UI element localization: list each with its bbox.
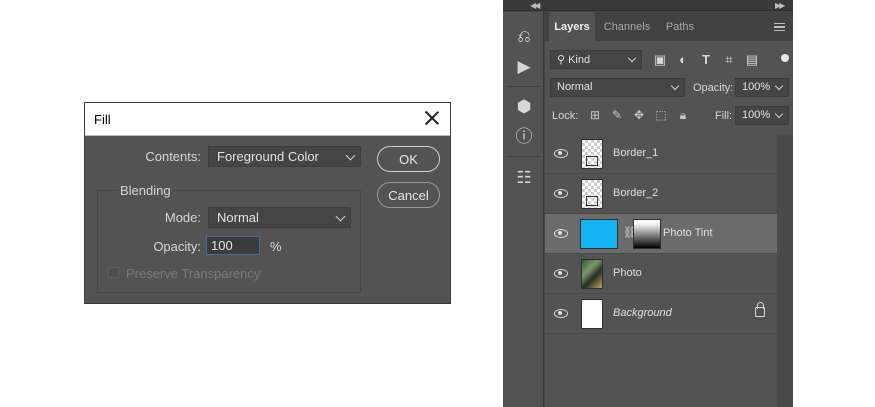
- layers-panel-frame: ◀◀ ▶▶ ⎌ ▶ ⬢ ⓘ ☷ Layers Channels Paths ⚲ K…: [503, 0, 793, 407]
- prevent-autonest-icon[interactable]: ⬚: [654, 108, 668, 122]
- layers-list: Border_1 Border_2 ⛓︎ Photo Tint Photo Ba…: [545, 134, 793, 407]
- filter-kind-value: Kind: [568, 54, 591, 66]
- preserve-transparency-label: Preserve Transparency: [126, 266, 261, 281]
- visibility-eye-icon[interactable]: [554, 229, 568, 238]
- lock-image-pixels-icon[interactable]: ✎: [610, 108, 624, 122]
- filter-toggle[interactable]: [781, 54, 789, 62]
- visibility-eye-icon[interactable]: [554, 269, 568, 278]
- layer-row-background[interactable]: Background: [545, 294, 777, 334]
- 3d-cube-icon[interactable]: ⬢: [513, 96, 535, 118]
- opacity-unit: %: [270, 239, 282, 254]
- contents-label: Contents:: [145, 149, 201, 164]
- divider: [507, 156, 540, 157]
- layer-thumbnail: [581, 179, 603, 209]
- cancel-button[interactable]: Cancel: [377, 182, 440, 208]
- search-icon: ⚲: [557, 54, 566, 66]
- layer-mask-thumbnail[interactable]: [633, 219, 661, 249]
- panel-dock-strip: ⎌ ▶ ⬢ ⓘ ☷: [503, 12, 544, 407]
- divider: [507, 86, 540, 87]
- chevron-down-icon: [627, 53, 637, 63]
- blend-mode-value: Normal: [557, 81, 593, 93]
- tab-layers[interactable]: Layers: [549, 12, 595, 41]
- expand-right-icon[interactable]: ▶▶: [775, 1, 785, 10]
- padlock-icon: [755, 302, 765, 317]
- mode-dropdown[interactable]: Normal: [208, 207, 351, 228]
- smart-object-filter-icon[interactable]: ▤: [744, 52, 760, 68]
- layer-thumbnail: [581, 139, 603, 169]
- dialog-title: Fill: [94, 112, 111, 127]
- lock-transparent-pixels-icon[interactable]: ⊞: [588, 108, 602, 122]
- layer-fill-value: 100%: [742, 109, 771, 121]
- type-filter-icon[interactable]: T: [698, 52, 714, 68]
- scrollbar[interactable]: [777, 134, 793, 407]
- layer-fill-field[interactable]: 100%: [735, 106, 789, 125]
- tab-channels[interactable]: Channels: [597, 12, 657, 41]
- panel-collapse-strip[interactable]: ◀◀ ▶▶: [503, 0, 793, 11]
- actions-play-icon[interactable]: ▶: [513, 56, 535, 78]
- blend-mode-dropdown[interactable]: Normal: [550, 78, 685, 97]
- dialog-titlebar: Fill: [85, 103, 450, 136]
- layer-row-border-1[interactable]: Border_1: [545, 134, 777, 174]
- lock-position-icon[interactable]: ✥: [632, 108, 646, 122]
- ok-button[interactable]: OK: [377, 146, 440, 172]
- lock-all-icon[interactable]: 🔒︎: [676, 108, 690, 122]
- properties-icon[interactable]: ☷: [513, 167, 535, 189]
- chevron-down-icon: [670, 81, 680, 91]
- chevron-down-icon: [345, 150, 356, 161]
- fill-label: Fill:: [715, 110, 733, 122]
- fill-layer-thumbnail: [580, 219, 618, 249]
- shape-overlay-icon: [586, 196, 598, 206]
- visibility-eye-icon[interactable]: [554, 309, 568, 318]
- layer-row-photo[interactable]: Photo: [545, 254, 777, 294]
- shape-filter-icon[interactable]: ⌗: [721, 52, 737, 68]
- chevron-down-icon: [774, 81, 784, 91]
- shape-overlay-icon: [586, 156, 598, 166]
- contents-dropdown[interactable]: Foreground Color: [208, 146, 361, 167]
- panel-menu-icon[interactable]: [774, 23, 785, 31]
- chevron-down-icon: [774, 109, 784, 119]
- fill-dialog: Fill Contents: Foreground Color OK Cance…: [84, 102, 451, 304]
- visibility-eye-icon[interactable]: [554, 149, 568, 158]
- tab-bar: Layers Channels Paths: [545, 12, 793, 41]
- opacity-label: Opacity:: [693, 82, 734, 94]
- lock-label: Lock:: [552, 110, 579, 122]
- mode-value: Normal: [217, 210, 259, 225]
- layer-opacity-field[interactable]: 100%: [735, 78, 789, 97]
- contents-value: Foreground Color: [217, 149, 319, 164]
- mode-label: Mode:: [164, 210, 201, 225]
- collapse-left-icon[interactable]: ◀◀: [530, 1, 540, 10]
- layer-name: Border_2: [613, 187, 659, 199]
- layer-row-photo-tint[interactable]: ⛓︎ Photo Tint: [545, 214, 777, 254]
- opacity-input[interactable]: 100: [206, 236, 260, 255]
- layer-thumbnail: [581, 299, 603, 329]
- chain-link-icon[interactable]: ⛓︎: [623, 226, 637, 240]
- preserve-transparency-checkbox[interactable]: [108, 267, 119, 278]
- visibility-eye-icon[interactable]: [554, 189, 568, 198]
- info-icon[interactable]: ⓘ: [513, 126, 535, 148]
- tab-paths[interactable]: Paths: [659, 12, 701, 41]
- chevron-down-icon: [335, 211, 346, 222]
- layer-opacity-value: 100%: [742, 81, 771, 93]
- layer-name: Photo Tint: [663, 227, 713, 239]
- close-icon[interactable]: [423, 109, 441, 127]
- blending-title: Blending: [118, 183, 173, 198]
- layer-name: Photo: [613, 267, 642, 279]
- layer-row-border-2[interactable]: Border_2: [545, 174, 777, 214]
- filter-kind-dropdown[interactable]: ⚲ Kind: [550, 50, 642, 69]
- history-icon[interactable]: ⎌: [513, 26, 535, 48]
- image-filter-icon[interactable]: ▣: [652, 52, 668, 68]
- layer-thumbnail: [581, 259, 603, 289]
- layer-name: Background: [613, 307, 672, 319]
- adjustment-filter-icon[interactable]: ◐: [675, 52, 691, 68]
- layer-name: Border_1: [613, 147, 659, 159]
- opacity-label: Opacity:: [153, 239, 201, 254]
- layers-panel: Layers Channels Paths ⚲ Kind ▣ ◐ T ⌗ ▤ No…: [545, 12, 793, 407]
